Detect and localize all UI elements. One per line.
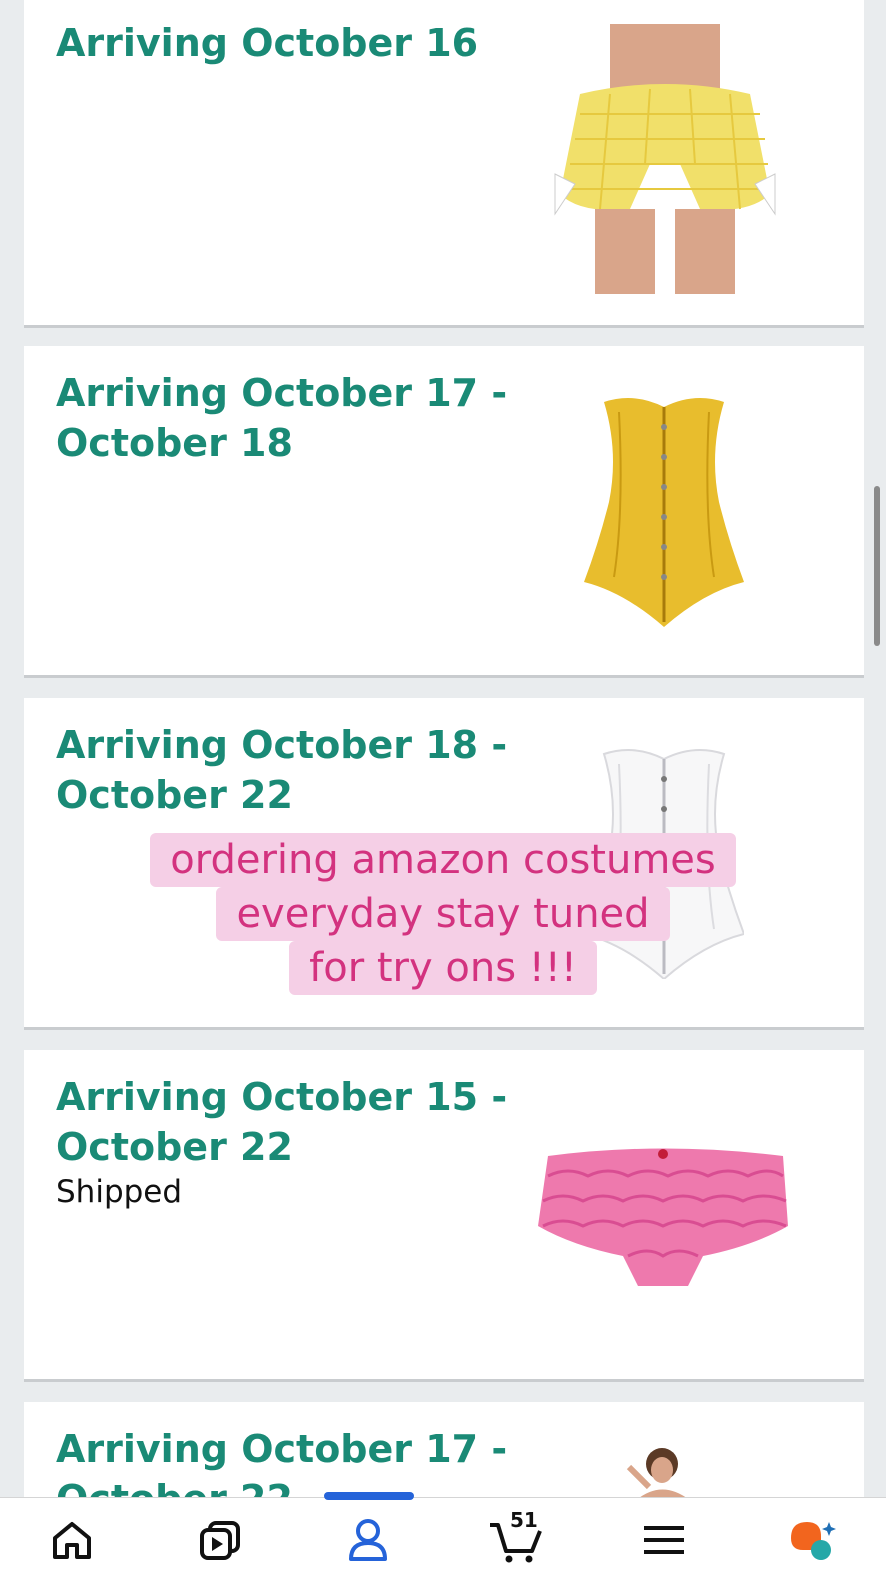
product-image-yellow-bloomers[interactable]: [550, 24, 780, 294]
orders-list[interactable]: Arriving October 16 Arriving October 17 …: [0, 0, 886, 1500]
order-card[interactable]: Arriving October 17 - October 18: [24, 346, 864, 678]
menu-icon[interactable]: [634, 1514, 694, 1566]
order-arrival-title: Arriving October 15 - October 22: [56, 1075, 508, 1169]
scrollbar[interactable]: [874, 486, 880, 646]
rufus-icon[interactable]: [782, 1514, 842, 1566]
home-icon[interactable]: [42, 1514, 102, 1566]
product-image-yellow-corset[interactable]: [584, 392, 744, 627]
order-arrival-title: Arriving October 18 - October 22: [56, 723, 508, 817]
video-icon[interactable]: [190, 1514, 250, 1566]
order-card[interactable]: Arriving October 15 - October 22 Shipped: [24, 1050, 864, 1382]
order-arrival-title: Arriving October 16: [56, 21, 479, 65]
caption-line: for try ons !!!: [289, 941, 597, 995]
active-tab-indicator: [324, 1492, 414, 1500]
bottom-nav: 51: [0, 1492, 886, 1576]
cart-count: 51: [510, 1508, 538, 1532]
order-card[interactable]: Arriving October 17 - October 22: [24, 1402, 864, 1500]
order-arrival-title: Arriving October 17 - October 18: [56, 371, 508, 465]
product-image-model[interactable]: [614, 1442, 704, 1500]
product-image-pink-bloomers[interactable]: [538, 1146, 788, 1291]
caption-line: everyday stay tuned: [216, 887, 670, 941]
order-arrival-title: Arriving October 17 - October 22: [56, 1427, 508, 1500]
account-icon[interactable]: [338, 1514, 398, 1566]
cart-icon[interactable]: 51: [486, 1508, 546, 1566]
order-status: Shipped: [56, 1174, 183, 1210]
video-caption: ordering amazon costumes everyday stay t…: [0, 833, 886, 995]
order-card[interactable]: Arriving October 16: [24, 0, 864, 328]
caption-line: ordering amazon costumes: [150, 833, 736, 887]
